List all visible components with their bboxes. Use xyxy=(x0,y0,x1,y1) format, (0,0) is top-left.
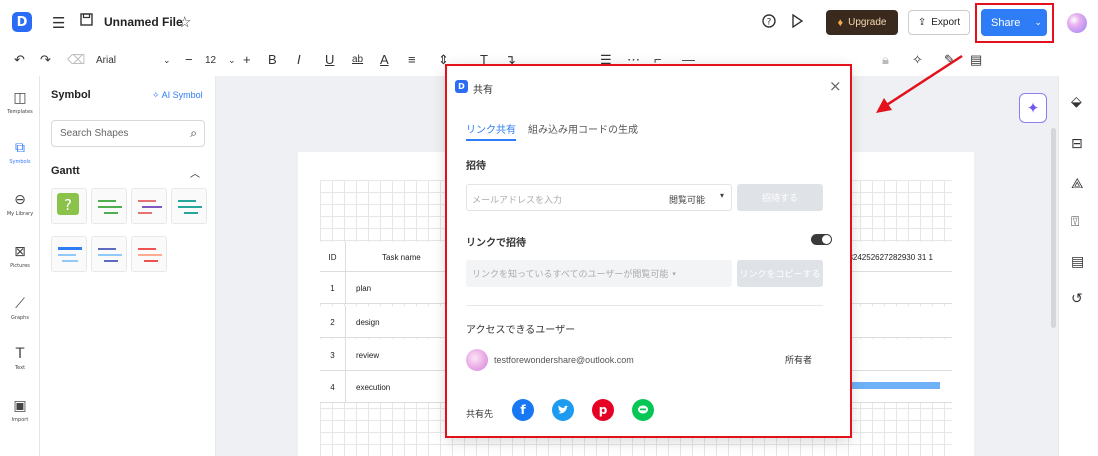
export-label: Export xyxy=(931,17,961,28)
rail-label: Text xyxy=(14,365,26,371)
text-icon: T xyxy=(15,346,25,362)
rail-import[interactable]: ▣ Import xyxy=(0,398,40,423)
pictures-icon: ⊠ xyxy=(14,244,26,260)
file-name[interactable]: Unnamed File xyxy=(104,15,183,29)
annotation-arrow xyxy=(876,54,963,113)
gantt-bar[interactable] xyxy=(842,382,940,389)
upgrade-button[interactable]: ♦ Upgrade xyxy=(826,10,898,35)
row-id: 2 xyxy=(320,306,346,338)
app-logo[interactable]: D xyxy=(12,12,32,32)
row-task: execution xyxy=(356,382,391,392)
italic-icon[interactable]: I xyxy=(297,52,301,67)
share-highlight-box xyxy=(975,3,1054,43)
presentation-icon[interactable]: ⍔ xyxy=(1071,214,1079,230)
rail-label: Symbols xyxy=(9,159,31,165)
svg-text:?: ? xyxy=(767,18,772,28)
fill-icon[interactable]: ⬙ xyxy=(1071,94,1082,110)
gantt-shape-milestone[interactable]: ? xyxy=(51,188,87,224)
format-painter-icon[interactable]: ⌫ xyxy=(67,52,85,68)
ai-symbol-link[interactable]: ✧ AI Symbol xyxy=(152,90,203,101)
play-icon[interactable] xyxy=(791,14,803,28)
upgrade-label: Upgrade xyxy=(848,17,887,28)
gantt-shape-1[interactable] xyxy=(91,188,127,224)
redo-icon[interactable]: ↷ xyxy=(40,52,51,68)
undo-icon[interactable]: ↶ xyxy=(14,52,25,68)
search-input[interactable]: Search Shapes ⌕ xyxy=(51,120,205,147)
dialog-highlight-box xyxy=(445,64,852,438)
rail-text[interactable]: T Text xyxy=(0,346,40,371)
font-size-field[interactable]: 12 xyxy=(205,55,216,66)
right-rail: ⬙ ⊟ ⟁ ⍔ ▤ ↺ xyxy=(1058,76,1098,456)
rail-label: Graphs xyxy=(11,315,29,321)
font-color-icon[interactable]: A xyxy=(380,52,389,67)
ai-sparkle-icon: ✧ xyxy=(152,90,160,100)
search-placeholder: Search Shapes xyxy=(60,128,129,139)
rail-templates[interactable]: ◫ Templates xyxy=(0,90,40,115)
svg-text:?: ? xyxy=(64,196,72,214)
export-button[interactable]: ⇪ Export xyxy=(908,10,970,35)
export-icon: ⇪ xyxy=(917,17,927,28)
rail-library[interactable]: ⊖ My Library xyxy=(0,192,40,217)
library-icon: ⊖ xyxy=(14,192,26,208)
row-id: 4 xyxy=(320,371,346,403)
symbols-icon: ⧉ xyxy=(15,140,25,156)
collapse-icon[interactable]: ︿ xyxy=(190,165,200,180)
top-bar: D ☰ Unnamed File ☆ ? ♦ Upgrade ⇪ Export … xyxy=(0,0,1098,46)
row-task: design xyxy=(356,317,380,327)
underline-icon[interactable]: U xyxy=(325,52,334,67)
avatar[interactable] xyxy=(1067,13,1087,33)
header-id: ID xyxy=(320,242,346,272)
gantt-shape-5[interactable] xyxy=(91,236,127,272)
rail-label: My Library xyxy=(6,211,34,217)
gantt-shape-3[interactable] xyxy=(171,188,207,224)
align-icon[interactable]: ≡ xyxy=(408,52,416,67)
menu-icon[interactable]: ☰ xyxy=(52,14,65,32)
increase-font-icon[interactable]: + xyxy=(243,52,251,67)
header-task: Task name xyxy=(382,252,421,262)
graphs-icon: ⟋ xyxy=(15,296,25,312)
decrease-font-icon[interactable]: − xyxy=(185,52,193,67)
star-icon[interactable]: ☆ xyxy=(178,13,191,31)
row-task: review xyxy=(356,350,380,360)
font-select[interactable]: Arial xyxy=(96,55,116,66)
ai-symbol-label: AI Symbol xyxy=(161,90,203,100)
document-icon[interactable]: ▤ xyxy=(1071,254,1084,270)
category-title: Gantt xyxy=(51,165,80,177)
search-icon[interactable]: ⌕ xyxy=(190,126,197,141)
gantt-shape-4[interactable] xyxy=(51,236,87,272)
history-icon[interactable]: ↺ xyxy=(1071,291,1083,307)
rail-symbols[interactable]: ⧉ Symbols xyxy=(0,140,40,165)
diamond-icon: ♦ xyxy=(837,16,844,29)
strikethrough-icon[interactable]: ab xyxy=(352,54,363,65)
templates-icon: ◫ xyxy=(13,90,27,106)
left-rail: ◫ Templates ⧉ Symbols ⊖ My Library ⊠ Picture… xyxy=(0,76,40,456)
symbol-panel: Symbol ✧ AI Symbol Search Shapes ⌕ Gantt… xyxy=(40,76,216,456)
rail-graphs[interactable]: ⟋ Graphs xyxy=(0,296,40,321)
vertical-scrollbar[interactable] xyxy=(1051,128,1056,328)
sparkle-icon: ✦ xyxy=(1026,99,1040,117)
gantt-shape-6[interactable] xyxy=(131,236,167,272)
row-task: plan xyxy=(356,283,372,293)
day-header: 2324252627282930 31 1 xyxy=(844,253,933,262)
page-setup-icon[interactable]: ⊟ xyxy=(1071,136,1083,152)
row-id: 1 xyxy=(320,272,346,304)
gantt-shape-2[interactable] xyxy=(131,188,167,224)
import-icon: ▣ xyxy=(13,398,27,414)
rail-pictures[interactable]: ⊠ Pictures xyxy=(0,244,40,269)
panel-title: Symbol xyxy=(51,89,91,101)
rail-label: Pictures xyxy=(10,263,30,269)
help-icon[interactable]: ? xyxy=(762,14,776,28)
save-icon[interactable] xyxy=(80,13,93,26)
row-id: 3 xyxy=(320,339,346,371)
bold-icon[interactable]: B xyxy=(268,52,277,67)
rail-label: Import xyxy=(11,417,29,423)
ai-assistant-button[interactable]: ✦ xyxy=(1019,93,1047,123)
font-chevron-icon[interactable]: ⌄ xyxy=(163,55,171,66)
note-icon[interactable]: ▤ xyxy=(970,52,982,68)
style-icon[interactable]: ⟁ xyxy=(1071,176,1084,192)
size-chevron-icon[interactable]: ⌄ xyxy=(228,55,236,66)
rail-label: Templates xyxy=(7,109,33,115)
